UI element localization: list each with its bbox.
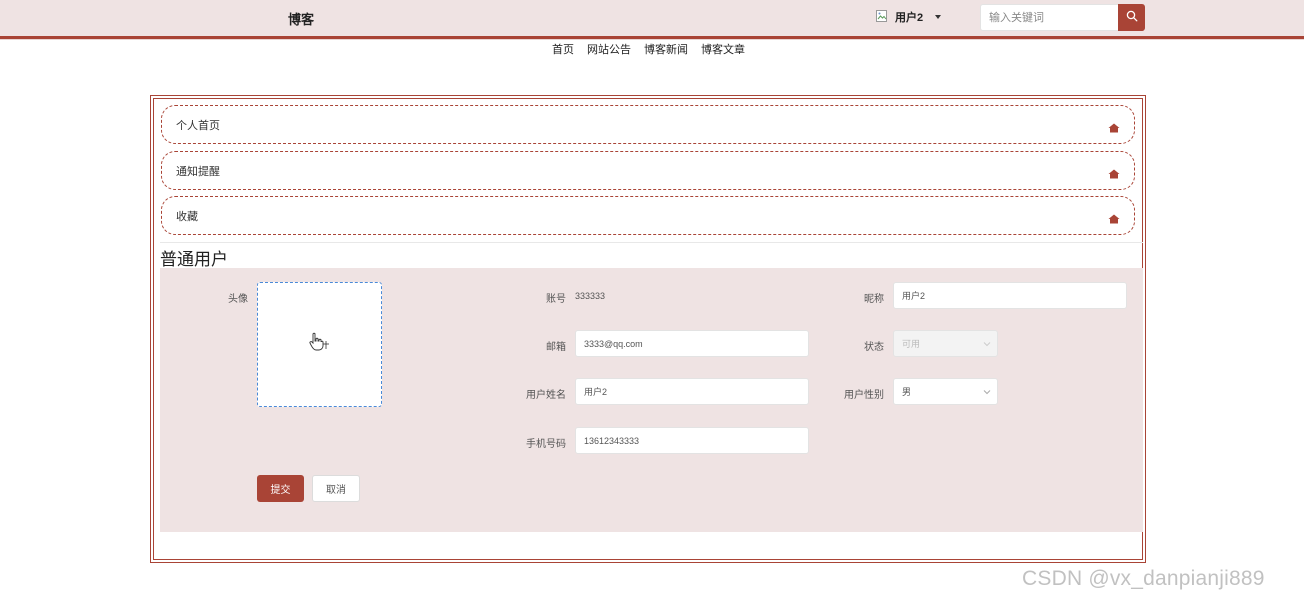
nav-item-blog-articles[interactable]: 博客文章: [701, 42, 745, 58]
phone-field[interactable]: 13612343333: [575, 427, 809, 454]
section-divider: [160, 242, 1143, 243]
account-value: 333333: [575, 291, 606, 301]
user-name: 用户2: [895, 12, 924, 24]
menu-item-favorites[interactable]: 收藏: [161, 196, 1135, 235]
chevron-down-icon: [983, 388, 991, 396]
gender-value: 男: [902, 387, 912, 397]
cancel-button[interactable]: 取消: [312, 475, 360, 502]
status-select: 可用: [893, 330, 998, 357]
nav-item-blog-news[interactable]: 博客新闻: [644, 42, 688, 58]
user-menu[interactable]: 用户2: [876, 8, 942, 26]
menu-item-label: 收藏: [176, 210, 198, 223]
site-title[interactable]: 博客: [288, 9, 314, 28]
chevron-down-icon: [983, 340, 991, 348]
avatar-upload[interactable]: [257, 282, 382, 407]
gender-select[interactable]: 男: [893, 378, 998, 405]
caret-down-icon: [935, 15, 942, 19]
menu-item-label: 个人首页: [176, 119, 220, 132]
nickname-label: 昵称: [864, 294, 884, 305]
home-icon: [1108, 211, 1120, 223]
main-nav: 首页 网站公告 博客新闻 博客文章: [552, 42, 745, 58]
submit-button[interactable]: 提交: [257, 475, 304, 502]
header-divider-shadow: [0, 39, 1304, 40]
home-icon: [1108, 166, 1120, 178]
cursor-hand-icon: [308, 332, 331, 357]
menu-item-personal-home[interactable]: 个人首页: [161, 105, 1135, 144]
realname-label: 用户姓名: [526, 390, 566, 401]
nickname-field[interactable]: 用户2: [893, 282, 1127, 309]
nav-item-home[interactable]: 首页: [552, 42, 574, 58]
menu-item-label: 通知提醒: [176, 165, 220, 178]
nav-item-announcements[interactable]: 网站公告: [587, 42, 631, 58]
search-icon: [1126, 9, 1138, 27]
broken-image-icon: [876, 10, 889, 24]
watermark: CSDN @vx_danpianji889: [1022, 567, 1265, 590]
account-label: 账号: [546, 294, 566, 305]
search-input[interactable]: [980, 4, 1118, 31]
email-label: 邮箱: [546, 342, 566, 353]
realname-field[interactable]: 用户2: [575, 378, 809, 405]
search-button[interactable]: [1118, 4, 1145, 31]
status-label: 状态: [864, 342, 884, 353]
avatar-label: 头像: [228, 294, 248, 305]
phone-label: 手机号码: [526, 439, 566, 450]
status-value: 可用: [902, 339, 921, 349]
email-field[interactable]: 3333@qq.com: [575, 330, 809, 357]
home-icon: [1108, 120, 1120, 132]
gender-label: 用户性别: [844, 390, 884, 401]
page-title: 普通用户: [160, 250, 228, 269]
menu-item-notifications[interactable]: 通知提醒: [161, 151, 1135, 190]
